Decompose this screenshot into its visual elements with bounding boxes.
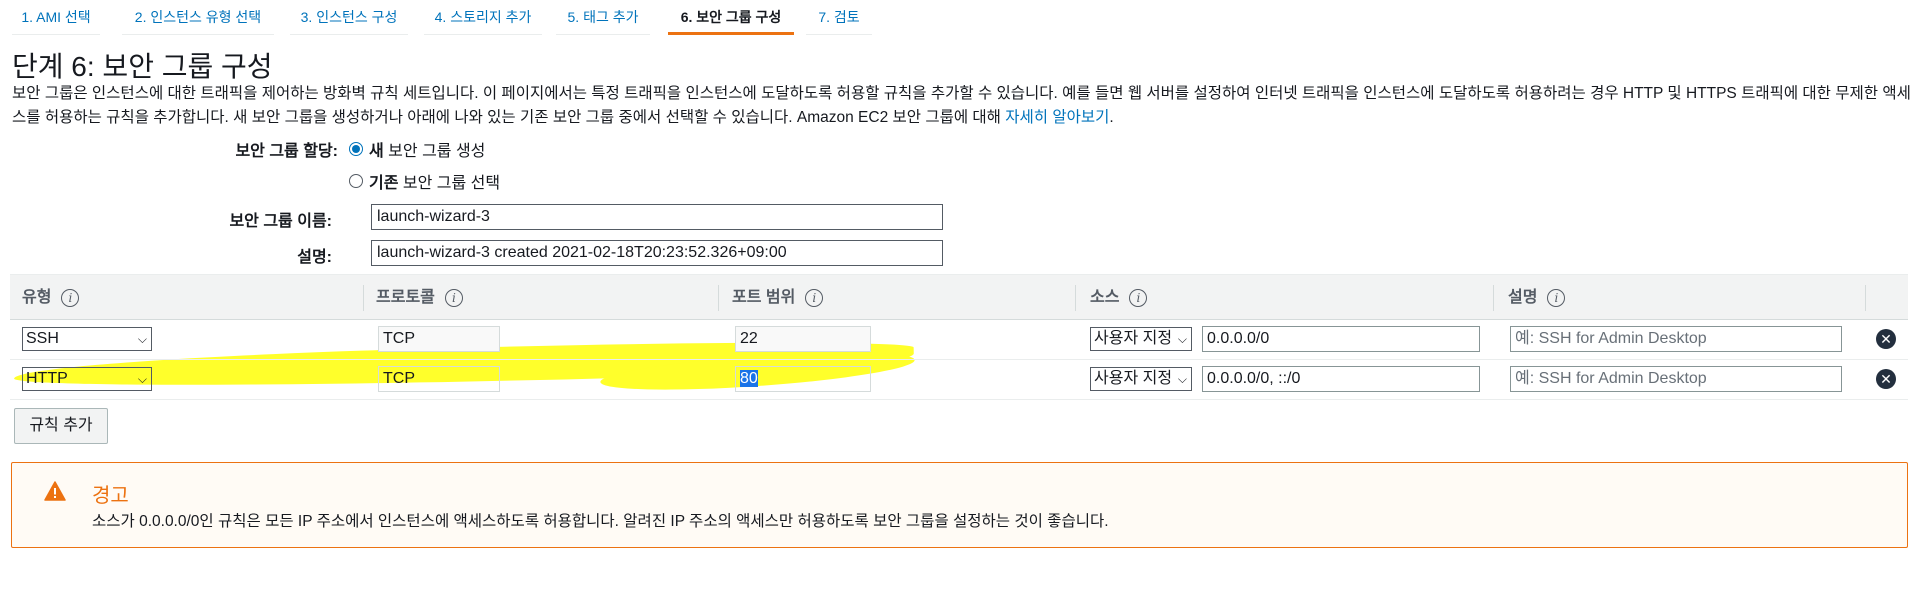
header-port-range: 포트 범위 i <box>732 275 824 321</box>
tab-security-group[interactable]: 6. 보안 그룹 구성 <box>668 0 794 35</box>
intro-end: . <box>1109 109 1114 126</box>
source-type-select[interactable]: 사용자 지정 ⌵ <box>1090 367 1192 391</box>
radio-new-icon[interactable] <box>349 142 363 156</box>
radio-existing-label: 기존 보안 그룹 선택 <box>369 175 501 192</box>
intro-body: 보안 그룹은 인스턴스에 대한 트래픽을 제어하는 방화벽 규칙 세트입니다. … <box>12 85 1911 126</box>
info-icon[interactable]: i <box>805 288 824 307</box>
radio-new-group[interactable]: 새 보안 그룹 생성 <box>349 137 485 161</box>
tab-review[interactable]: 7. 검토 <box>806 0 872 35</box>
warning-message: 소스가 0.0.0.0/0인 규칙은 모든 IP 주소에서 인스턴스에 액세스하… <box>92 513 1109 530</box>
wizard-tabs: 1. AMI 선택 2. 인스턴스 유형 선택 3. 인스턴스 구성 4. 스토… <box>0 0 1920 36</box>
port-range-field[interactable]: 80 <box>735 366 871 392</box>
type-select[interactable]: HTTP ⌵ <box>22 367 152 391</box>
chevron-down-icon: ⌵ <box>137 372 147 386</box>
type-select[interactable]: SSH ⌵ <box>22 327 152 351</box>
header-protocol: 프로토콜 i <box>376 275 463 321</box>
port-range-field: 22 <box>735 326 871 352</box>
header-description: 설명 i <box>1508 275 1566 321</box>
group-name-label: 보안 그룹 이름: <box>229 213 332 230</box>
column-divider <box>363 285 364 311</box>
description-input[interactable]: launch-wizard-3 created 2021-02-18T20:23… <box>371 240 943 266</box>
description-label: 설명: <box>297 249 332 266</box>
header-source: 소스 i <box>1090 275 1148 321</box>
chevron-down-icon: ⌵ <box>137 332 147 346</box>
info-icon[interactable]: i <box>1129 288 1148 307</box>
tab-storage[interactable]: 4. 스토리지 추가 <box>424 0 542 35</box>
row-divider <box>10 399 1908 400</box>
rule-description-input[interactable]: 예: SSH for Admin Desktop <box>1510 366 1842 392</box>
column-divider <box>1075 285 1076 311</box>
warning-icon <box>44 481 66 501</box>
header-type: 유형 i <box>22 275 80 321</box>
tab-instance-config[interactable]: 3. 인스턴스 구성 <box>290 0 408 35</box>
chevron-down-icon: ⌵ <box>1177 372 1187 386</box>
column-divider <box>718 285 719 311</box>
column-divider <box>1493 285 1494 311</box>
rule-description-input[interactable]: 예: SSH for Admin Desktop <box>1510 326 1842 352</box>
intro-text: 보안 그룹은 인스턴스에 대한 트래픽을 제어하는 방화벽 규칙 세트입니다. … <box>12 82 1917 130</box>
assign-label: 보안 그룹 할당: <box>235 143 338 160</box>
add-rule-button[interactable]: 규칙 추가 <box>14 408 108 444</box>
warning-title: 경고 <box>92 485 129 507</box>
group-name-input[interactable]: launch-wizard-3 <box>371 204 943 230</box>
tab-instance-type[interactable]: 2. 인스턴스 유형 선택 <box>122 0 274 35</box>
warning-alert: 경고 소스가 0.0.0.0/0인 규칙은 모든 IP 주소에서 인스턴스에 액… <box>11 462 1908 548</box>
radio-new-label: 새 보안 그룹 생성 <box>369 143 486 160</box>
remove-rule-button[interactable]: ✕ <box>1876 329 1896 349</box>
info-icon[interactable]: i <box>444 288 463 307</box>
row-divider <box>10 359 1908 360</box>
learn-more-link[interactable]: 자세히 알아보기 <box>1005 109 1109 126</box>
tab-tags[interactable]: 5. 태그 추가 <box>556 0 650 35</box>
page-title: 단계 6: 보안 그룹 구성 <box>12 51 273 82</box>
info-icon[interactable]: i <box>1547 288 1566 307</box>
info-icon[interactable]: i <box>61 288 80 307</box>
source-type-select[interactable]: 사용자 지정 ⌵ <box>1090 327 1192 351</box>
tab-ami[interactable]: 1. AMI 선택 <box>12 0 100 35</box>
source-input[interactable]: 0.0.0.0/0 <box>1202 326 1480 352</box>
rules-table-header: 유형 i 프로토콜 i 포트 범위 i 소스 i 설명 i <box>10 274 1908 320</box>
column-divider <box>1865 285 1866 311</box>
protocol-field: TCP <box>378 326 500 352</box>
remove-rule-button[interactable]: ✕ <box>1876 369 1896 389</box>
radio-existing-icon[interactable] <box>349 174 363 188</box>
source-input[interactable]: 0.0.0.0/0, ::/0 <box>1202 366 1480 392</box>
selected-port-text: 80 <box>740 370 758 387</box>
protocol-field: TCP <box>378 366 500 392</box>
radio-existing-group[interactable]: 기존 보안 그룹 선택 <box>349 169 500 193</box>
chevron-down-icon: ⌵ <box>1177 332 1187 346</box>
